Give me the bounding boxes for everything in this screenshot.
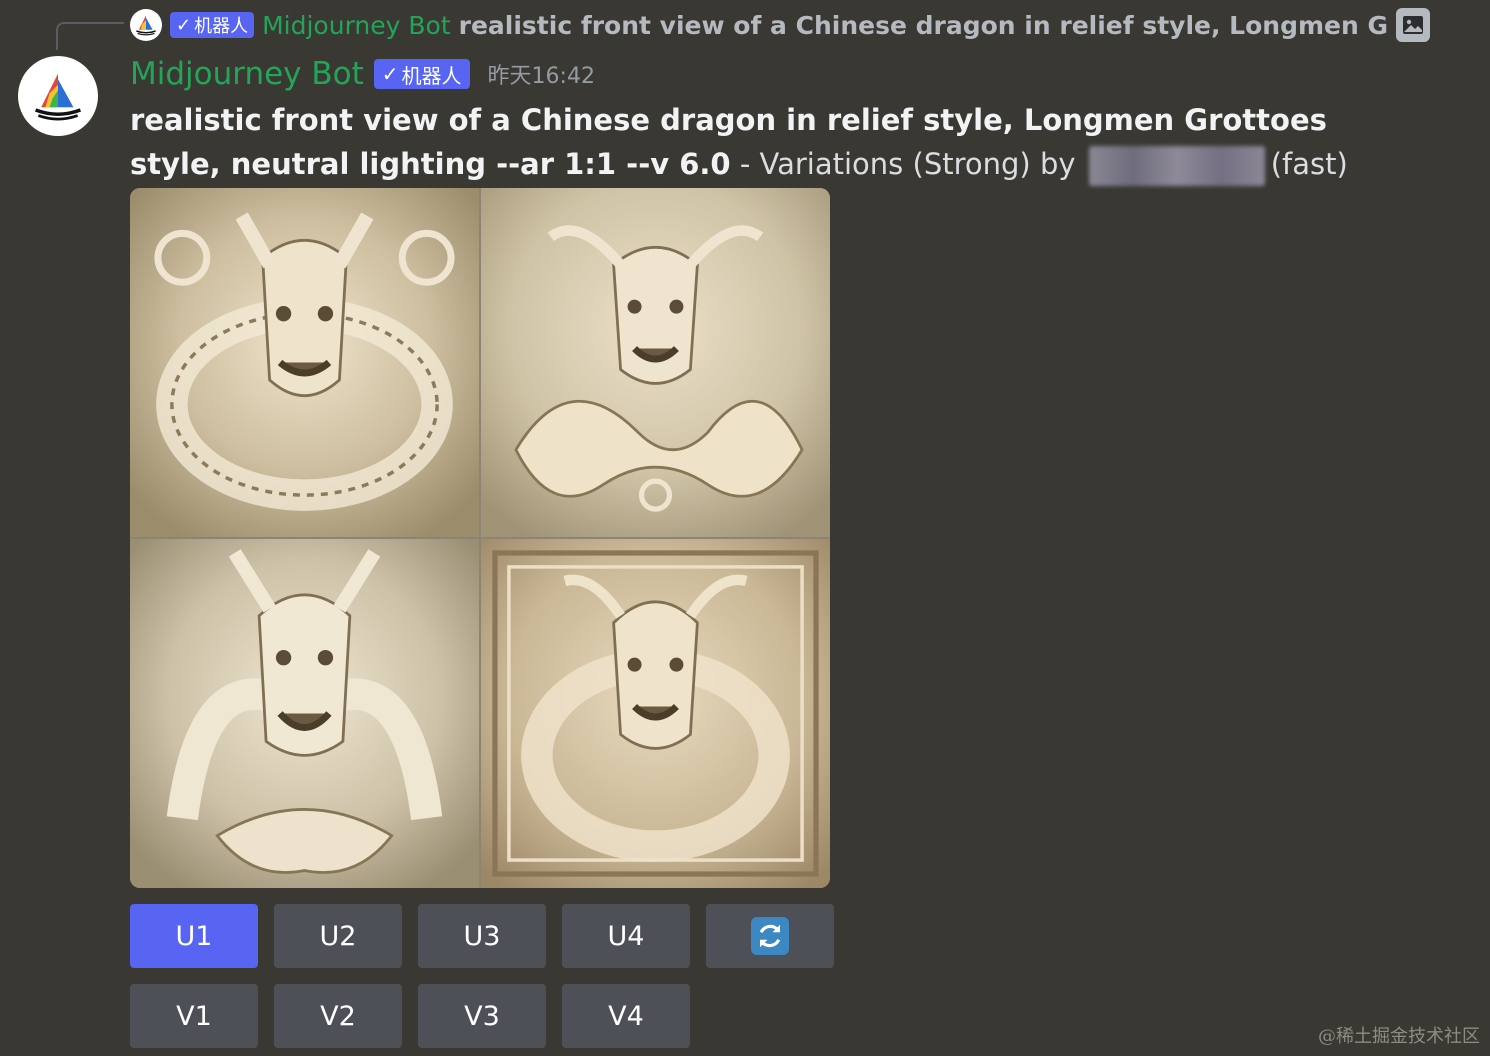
u3-button[interactable]: U3 (418, 904, 546, 968)
speed-text: (fast) (1270, 147, 1348, 181)
reply-author-name[interactable]: Midjourney Bot (262, 11, 451, 40)
image-tile-4[interactable] (481, 539, 830, 888)
u2-button[interactable]: U2 (274, 904, 402, 968)
v3-button[interactable]: V3 (418, 984, 546, 1048)
dragon-relief-image (481, 188, 830, 537)
check-icon: ✓ (176, 14, 192, 36)
bot-badge: ✓ 机器人 (373, 59, 470, 89)
variation-text: Variations (Strong) by (759, 147, 1076, 181)
author-name[interactable]: Midjourney Bot (130, 56, 364, 92)
reply-avatar[interactable] (130, 9, 162, 41)
upscale-button-row: U1 U2 U3 U4 (130, 904, 834, 968)
v1-button[interactable]: V1 (130, 984, 258, 1048)
midjourney-sailboat-icon (34, 73, 82, 121)
u4-button[interactable]: U4 (562, 904, 690, 968)
reroll-button[interactable] (706, 904, 834, 968)
reply-reference[interactable]: ✓ 机器人 Midjourney Bot realistic front vie… (130, 7, 1430, 43)
author-avatar[interactable] (18, 56, 98, 136)
timestamp[interactable]: 昨天16:42 (488, 58, 595, 90)
dragon-relief-image (130, 188, 479, 537)
reply-text[interactable]: realistic front view of a Chinese dragon… (459, 11, 1390, 40)
u1-button[interactable]: U1 (130, 904, 258, 968)
v4-button[interactable]: V4 (562, 984, 690, 1048)
watermark: @稀土掘金技术社区 (1318, 1026, 1480, 1047)
image-tile-2[interactable] (481, 188, 830, 537)
check-icon: ✓ (381, 62, 399, 86)
refresh-icon (751, 917, 789, 955)
v2-button[interactable]: V2 (274, 984, 402, 1048)
image-tile-3[interactable] (130, 539, 479, 888)
badge-label: 机器人 (401, 63, 462, 88)
midjourney-sailboat-icon (136, 15, 156, 36)
message-header: Midjourney Bot ✓ 机器人 昨天16:42 (130, 54, 595, 94)
separator: - (730, 147, 760, 181)
dragon-relief-image (130, 539, 479, 888)
image-attachment-icon (1396, 8, 1430, 42)
reply-connector-line (56, 22, 124, 50)
blurred-username (1088, 146, 1265, 186)
message-content: realistic front view of a Chinese dragon… (130, 98, 1380, 186)
reply-badge-label: 机器人 (194, 16, 249, 37)
variation-button-row: V1 V2 V3 V4 (130, 984, 690, 1048)
dragon-relief-image (481, 539, 830, 888)
reply-bot-badge: ✓ 机器人 (170, 12, 255, 38)
image-tile-1[interactable] (130, 188, 479, 537)
generated-image-grid[interactable] (130, 188, 830, 888)
